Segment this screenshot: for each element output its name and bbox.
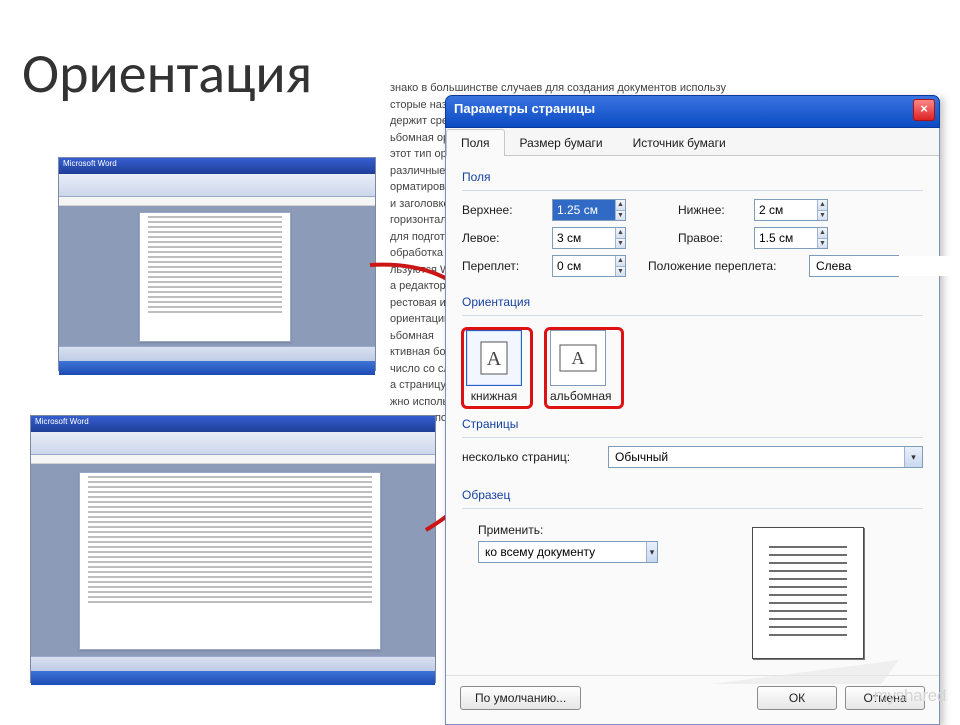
word-taskbar [31,671,435,685]
margin-left-value[interactable] [553,228,615,248]
divider [462,437,923,438]
word-statusbar [31,656,435,671]
margin-bottom-label: Нижнее: [678,203,754,217]
margin-right-value[interactable] [755,228,817,248]
orientation-portrait-caption: книжная [466,389,522,403]
gutter-input[interactable]: ▲▼ [552,255,626,277]
svg-text:A: A [572,348,585,368]
gutter-position-value[interactable] [810,256,960,276]
divider [462,190,923,191]
margin-bottom-value[interactable] [755,200,817,220]
divider [462,508,923,509]
gutter-position-label: Положение переплета: [648,259,809,273]
word-titlebar: Microsoft Word [59,158,375,174]
svg-text:A: A [487,348,502,370]
apply-to-label: Применить: [478,523,678,537]
spinner-down-icon[interactable]: ▼ [615,267,625,277]
word-taskbar [59,361,375,375]
multipages-label: несколько страниц: [462,450,608,464]
chevron-down-icon[interactable]: ▾ [646,542,657,562]
word-ruler [59,197,375,206]
dialog-titlebar[interactable]: Параметры страницы × [445,95,940,128]
gutter-label: Переплет: [462,259,552,273]
document-page-portrait [139,212,291,342]
orientation-portrait-option[interactable]: A книжная [466,330,522,403]
slide-title: Ориентация [22,40,312,108]
orientation-landscape-option[interactable]: A альбомная [550,330,612,403]
close-button[interactable]: × [913,99,935,121]
group-orientation-label: Ориентация [462,295,923,309]
page-preview [752,527,864,659]
apply-to-value[interactable] [479,542,646,562]
document-page-landscape [79,472,381,650]
margin-right-input[interactable]: ▲▼ [754,227,828,249]
margin-right-label: Правое: [678,231,754,245]
spinner-down-icon[interactable]: ▼ [817,211,827,221]
spinner-down-icon[interactable]: ▼ [615,211,625,221]
word-thumbnail-portrait: Microsoft Word [58,157,376,371]
tab-paper-source[interactable]: Источник бумаги [618,129,741,156]
orientation-landscape-caption: альбомная [550,389,612,403]
word-workspace [31,464,435,656]
spinner-down-icon[interactable]: ▼ [615,239,625,249]
page-setup-dialog: Параметры страницы × Поля Размер бумаги … [445,95,940,725]
tab-margins[interactable]: Поля [446,129,505,156]
dialog-tabs: Поля Размер бумаги Источник бумаги [446,128,939,156]
word-toolbar [31,432,435,455]
margin-top-input[interactable]: ▲▼ [552,199,626,221]
ok-button[interactable]: ОК [757,686,837,710]
margin-bottom-input[interactable]: ▲▼ [754,199,828,221]
word-titlebar: Microsoft Word [31,416,435,432]
margin-left-label: Левое: [462,231,552,245]
margin-left-input[interactable]: ▲▼ [552,227,626,249]
word-ruler [31,455,435,464]
word-toolbar [59,174,375,197]
dialog-title-text: Параметры страницы [454,101,595,116]
multipages-select[interactable]: ▾ [608,446,923,468]
orientation-landscape-icon: A [550,330,606,386]
default-button[interactable]: По умолчанию... [460,686,581,710]
gutter-position-select[interactable]: ▾ [809,255,899,277]
watermark: myshared [874,686,946,706]
apply-to-select[interactable]: ▾ [478,541,658,563]
tab-paper-size[interactable]: Размер бумаги [505,129,618,156]
margin-top-value[interactable] [553,200,615,220]
spinner-up-icon[interactable]: ▲ [817,228,827,239]
margin-top-label: Верхнее: [462,203,552,217]
orientation-portrait-icon: A [466,330,522,386]
word-statusbar [59,346,375,361]
spinner-up-icon[interactable]: ▲ [817,200,827,211]
group-sample-label: Образец [462,488,923,502]
gutter-value[interactable] [553,256,615,276]
spinner-down-icon[interactable]: ▼ [817,239,827,249]
group-margins-label: Поля [462,170,923,184]
multipages-value[interactable] [609,447,904,467]
divider [462,315,923,316]
word-workspace [59,206,375,346]
spinner-up-icon[interactable]: ▲ [615,200,625,211]
spinner-up-icon[interactable]: ▲ [615,228,625,239]
spinner-up-icon[interactable]: ▲ [615,256,625,267]
slide-decor-shadow [711,660,898,684]
chevron-down-icon[interactable]: ▾ [904,447,922,467]
group-pages-label: Страницы [462,417,923,431]
word-thumbnail-landscape: Microsoft Word [30,415,436,683]
